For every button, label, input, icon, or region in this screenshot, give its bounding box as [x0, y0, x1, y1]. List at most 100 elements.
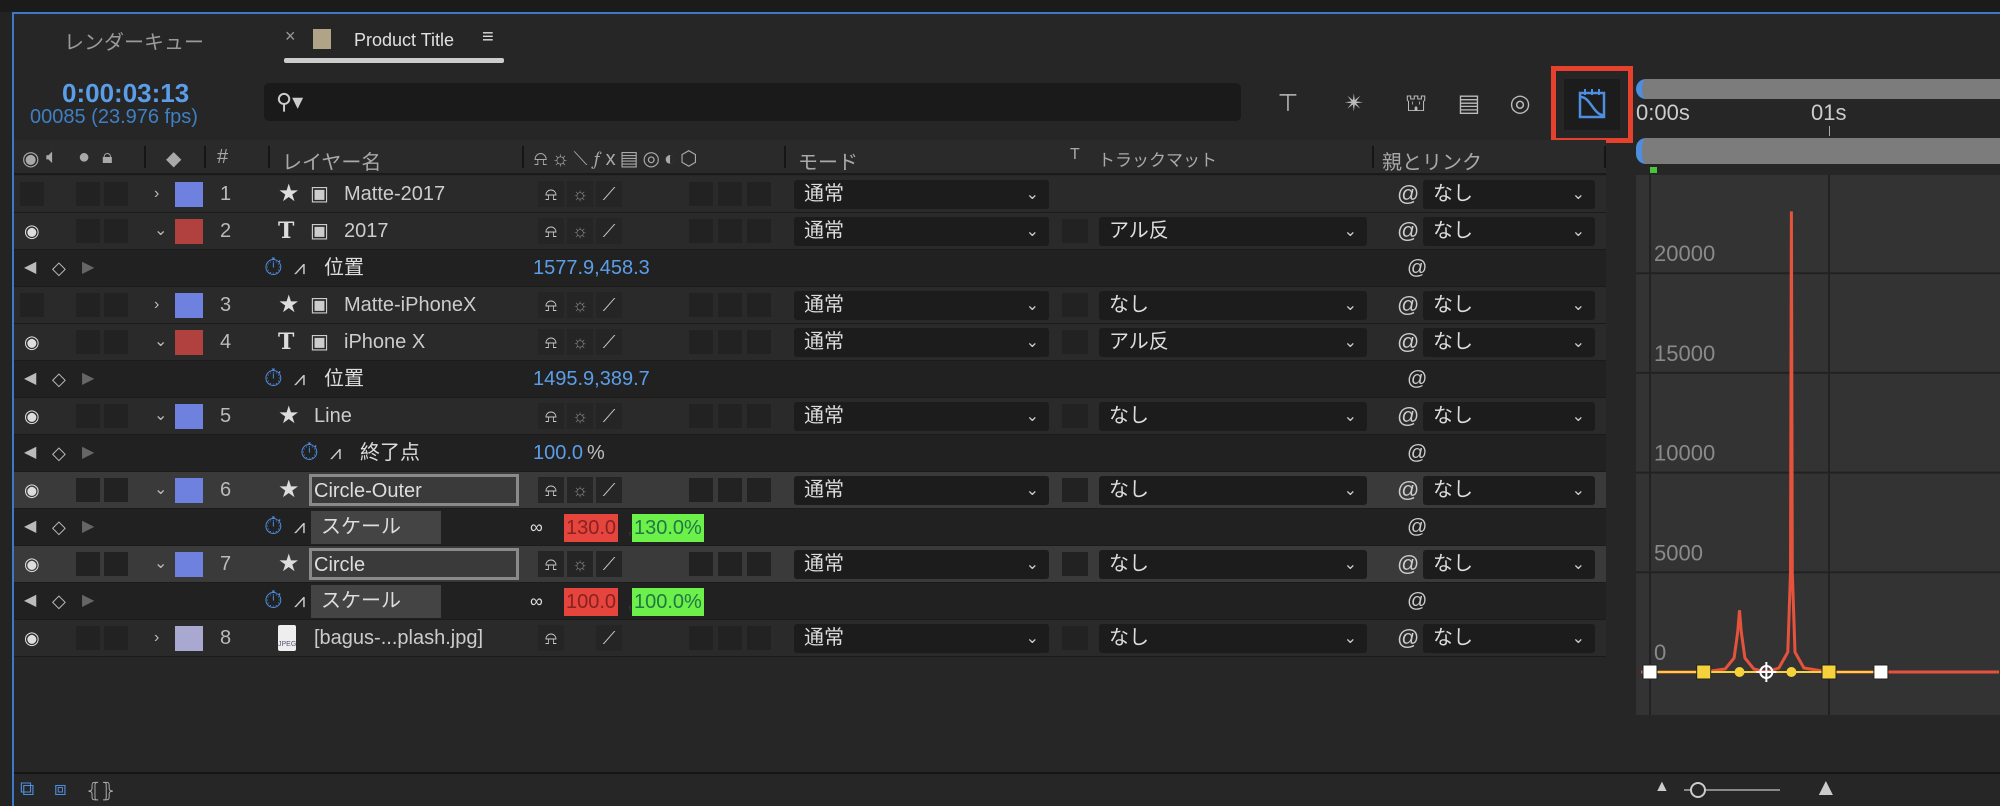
switch-box[interactable] — [747, 293, 771, 317]
mode-dropdown[interactable]: 通常 ⌄ — [794, 180, 1049, 209]
switch-box[interactable] — [689, 626, 713, 650]
parent-dropdown[interactable]: なし ⌄ — [1423, 328, 1595, 357]
solo-toggle[interactable] — [76, 293, 100, 317]
scale-y-value[interactable]: 130.0% — [632, 514, 704, 542]
layer-name-header[interactable]: レイヤー名 — [282, 146, 381, 175]
switch-box[interactable] — [747, 404, 771, 428]
expression-pickwhip-icon[interactable]: @ — [1407, 435, 1427, 471]
stopwatch-icon[interactable]: ⏱ — [264, 509, 283, 545]
graph-toggle-icon[interactable]: ⩘ — [294, 583, 305, 619]
layer-name[interactable]: 2017 — [344, 213, 389, 249]
label-color[interactable] — [175, 293, 203, 318]
switch-box[interactable] — [689, 293, 713, 317]
pickwhip-icon[interactable]: @ — [1397, 472, 1419, 508]
twirl-right-icon[interactable]: › — [154, 620, 159, 656]
expression-pickwhip-icon[interactable]: @ — [1407, 509, 1427, 545]
track-matte-dropdown[interactable]: なし ⌄ — [1099, 550, 1367, 579]
twirl-right-icon[interactable]: › — [154, 176, 159, 212]
layer-name[interactable]: Matte-iPhoneX — [344, 287, 476, 323]
track-matte-t-toggle[interactable] — [1062, 404, 1088, 428]
expression-pickwhip-icon[interactable]: @ — [1407, 583, 1427, 619]
track-matte-dropdown[interactable]: なし ⌄ — [1099, 624, 1367, 653]
prev-keyframe-icon[interactable]: ◀ — [24, 250, 36, 286]
parent-dropdown[interactable]: なし ⌄ — [1423, 180, 1595, 209]
eye-icon[interactable]: ◉ — [24, 546, 40, 582]
scale-y-value[interactable]: 100.0% — [632, 588, 704, 616]
expression-pickwhip-icon[interactable]: @ — [1407, 250, 1427, 286]
audio-switch-icon[interactable]: 🔈︎ — [46, 146, 58, 169]
tab-close-icon[interactable]: × — [285, 26, 296, 47]
layer-name[interactable]: [bagus-...plash.jpg] — [314, 620, 483, 656]
layer-name[interactable]: Circle-Outer — [309, 474, 519, 506]
shy-switch[interactable]: ⍾ — [538, 477, 564, 503]
layer-row[interactable]: › 1 ★ ▣ Matte-2017 ⍾ ☼ ⟋ 通常 ⌄ @ なし ⌄ — [14, 176, 1606, 213]
switch-box[interactable] — [718, 219, 742, 243]
video-toggle[interactable] — [20, 293, 44, 317]
switch-box[interactable] — [689, 330, 713, 354]
add-keyframe-icon[interactable]: ◇ — [52, 583, 66, 619]
shy-switch[interactable]: ⍾ — [538, 218, 564, 244]
graph-toggle-icon[interactable]: ⩘ — [294, 250, 305, 286]
track-matte-t-toggle[interactable] — [1062, 552, 1088, 576]
shy-switch[interactable]: ⍾ — [538, 181, 564, 207]
solo-toggle[interactable] — [76, 626, 100, 650]
keyframe[interactable] — [1873, 664, 1889, 680]
current-time-marker[interactable] — [1650, 167, 1657, 173]
layer-row[interactable]: ◉ ⌄ 2 T ▣ 2017 ⍾ ☼ ⟋ 通常 ⌄ アル反 ⌄ @ なし ⌄ — [14, 213, 1606, 250]
switch-box[interactable] — [689, 219, 713, 243]
layer-row[interactable]: ◉ ⌄ 5 ★ Line ⍾ ☼ ⟋ 通常 ⌄ なし ⌄ @ なし ⌄ — [14, 398, 1606, 435]
collapse-switch[interactable]: ☼ — [567, 477, 593, 503]
layer-row[interactable]: ◉ ⌄ 4 T ▣ iPhone X ⍾ ☼ ⟋ 通常 ⌄ アル反 ⌄ @ なし ⌄ — [14, 324, 1606, 361]
quality-switch[interactable]: ⟋ — [596, 292, 622, 318]
layer-row[interactable]: ◉ ⌄ 6 ★ Circle-Outer ⍾ ☼ ⟋ 通常 ⌄ なし ⌄ @ なし ⌄ — [14, 472, 1606, 509]
pickwhip-icon[interactable]: @ — [1397, 213, 1419, 249]
track-matte-t-toggle[interactable] — [1062, 478, 1088, 502]
switch-box[interactable] — [718, 182, 742, 206]
shy-switch[interactable]: ⍾ — [538, 625, 564, 651]
work-area-bar[interactable] — [1636, 79, 2000, 99]
shy-layers-icon[interactable]: ⛫ — [1396, 84, 1436, 124]
parent-dropdown[interactable]: なし ⌄ — [1423, 402, 1595, 431]
motion-blur-icon[interactable]: ◎ — [1500, 84, 1540, 124]
shy-switch[interactable]: ⍾ — [538, 329, 564, 355]
parent-dropdown[interactable]: なし ⌄ — [1423, 550, 1595, 579]
prev-keyframe-icon[interactable]: ◀ — [24, 583, 36, 619]
parent-dropdown[interactable]: なし ⌄ — [1423, 476, 1595, 505]
label-color[interactable] — [175, 626, 203, 651]
switch-box[interactable] — [718, 626, 742, 650]
property-value[interactable]: 100.0 — [533, 435, 583, 471]
lock-switch-icon[interactable]: 🔒︎ — [102, 146, 113, 169]
layer-row[interactable]: ◉ › 8 JPEG [bagus-...plash.jpg] ⍾ ⟋ 通常 ⌄ なし ⌄ @ なし ⌄ — [14, 620, 1606, 657]
switch-box[interactable] — [747, 219, 771, 243]
constrain-proportions-icon[interactable]: ∞ — [530, 583, 543, 619]
scale-x-value[interactable]: 130.0 — [564, 514, 619, 542]
next-keyframe-icon[interactable]: ▶ — [82, 250, 94, 286]
collapse-switch[interactable]: ☼ — [567, 181, 593, 207]
quality-switch[interactable]: ⟋ — [596, 625, 622, 651]
lock-toggle[interactable] — [104, 552, 128, 576]
collapse-switch[interactable]: ☼ — [567, 551, 593, 577]
layer-row[interactable]: › 3 ★ ▣ Matte-iPhoneX ⍾ ☼ ⟋ 通常 ⌄ なし ⌄ @ なし ⌄ — [14, 287, 1606, 324]
mode-dropdown[interactable]: 通常 ⌄ — [794, 624, 1049, 653]
panel-menu-icon[interactable]: ≡ — [482, 26, 494, 49]
layer-row[interactable]: ◉ ⌄ 7 ★ Circle ⍾ ☼ ⟋ 通常 ⌄ なし ⌄ @ なし ⌄ — [14, 546, 1606, 583]
bezier-handle[interactable] — [1821, 664, 1837, 680]
prev-keyframe-icon[interactable]: ◀ — [24, 509, 36, 545]
switch-box[interactable] — [689, 182, 713, 206]
mode-dropdown[interactable]: 通常 ⌄ — [794, 476, 1049, 505]
switch-box[interactable] — [689, 404, 713, 428]
track-matte-dropdown[interactable]: アル反 ⌄ — [1099, 217, 1367, 246]
twirl-right-icon[interactable]: › — [154, 287, 159, 323]
label-color[interactable] — [175, 478, 203, 503]
track-matte-dropdown[interactable]: なし ⌄ — [1099, 402, 1367, 431]
property-row[interactable]: ◀ ◇ ▶ ⏱ ⩘ スケール ∞ 130.0 130.0%, @ — [14, 509, 1606, 546]
eye-icon[interactable]: ◉ — [24, 324, 40, 360]
lock-toggle[interactable] — [104, 293, 128, 317]
zoom-slider-thumb[interactable] — [1690, 782, 1706, 798]
property-row[interactable]: ◀ ◇ ▶ ⏱ ⩘ 終了点 100.0% @ — [14, 435, 1606, 472]
shy-switch[interactable]: ⍾ — [538, 403, 564, 429]
layer-switches-toggle-icon[interactable]: ⧉ — [20, 778, 34, 801]
pickwhip-icon[interactable]: @ — [1397, 546, 1419, 582]
switch-box[interactable] — [747, 552, 771, 576]
twirl-down-icon[interactable]: ⌄ — [154, 546, 167, 582]
